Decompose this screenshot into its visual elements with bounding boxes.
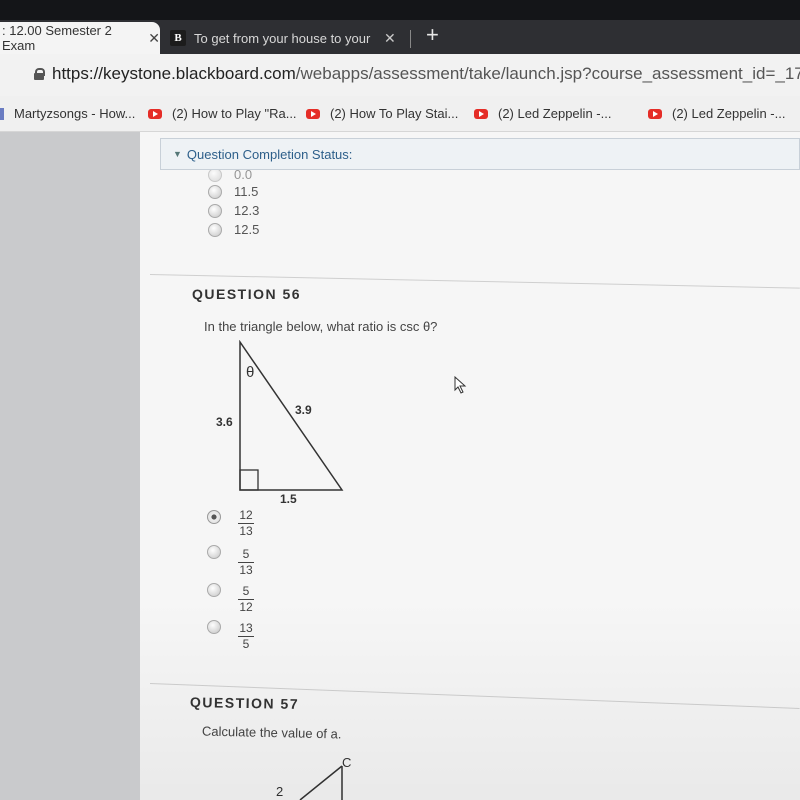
prev-option-3[interactable]: 12.3	[208, 203, 259, 218]
numerator: 13	[239, 621, 253, 635]
answer-radio-2[interactable]	[207, 545, 221, 559]
side-vertical-label: 3.6	[216, 415, 233, 429]
answer-radio-1[interactable]	[207, 510, 221, 524]
bookmark-label: (2) Led Zeppelin -...	[498, 106, 612, 121]
option-label: 12.5	[234, 222, 260, 237]
youtube-icon	[474, 108, 488, 119]
bookmark-martyzsongs[interactable]: Martyzsongs - How...	[0, 106, 135, 121]
denominator: 12	[239, 600, 253, 614]
bookmark-led-zeppelin-1[interactable]: (2) Led Zeppelin -...	[474, 106, 611, 121]
blackboard-icon: B	[170, 30, 186, 46]
bookmark-label: (2) Led Zeppelin -...	[672, 106, 786, 121]
tab-label: To get from your house to your g	[194, 30, 374, 46]
tab-label: : 12.00 Semester 2 Exam	[2, 23, 112, 53]
tab-exam[interactable]: : 12.00 Semester 2 Exam ✕	[0, 22, 160, 54]
youtube-icon	[648, 108, 662, 119]
bookmark-label: (2) How to Play "Ra...	[172, 106, 297, 121]
denominator: 13	[239, 563, 253, 577]
url-path: /webapps/assessment/take/launch.jsp?cour…	[295, 64, 800, 83]
option-label: 12.3	[234, 203, 260, 218]
youtube-icon	[306, 108, 320, 119]
answer-option-2[interactable]: 5 13	[234, 548, 258, 577]
angle-theta-label: θ	[246, 364, 255, 381]
numerator: 5	[242, 584, 250, 598]
denominator: 5	[242, 637, 250, 651]
bookmark-how-to-play-stai[interactable]: (2) How To Play Stai...	[306, 106, 458, 121]
question-completion-status-overlay: ▼ Question Completion Status:	[160, 138, 800, 170]
chevron-down-icon: ▼	[173, 149, 182, 159]
triangle	[239, 340, 344, 491]
question-56-text: In the triangle below, what ratio is csc…	[204, 319, 438, 334]
bookmark-how-to-play-ra[interactable]: (2) How to Play "Ra...	[148, 106, 297, 121]
lock-icon	[34, 68, 45, 80]
denominator: 13	[239, 524, 253, 538]
prev-option-4[interactable]: 12.5	[208, 222, 259, 237]
vertex-c-label: C	[342, 755, 352, 770]
side-hypotenuse-label: 3.9	[295, 403, 312, 417]
side-label: 2	[276, 784, 284, 799]
answer-option-4[interactable]: 13 5	[234, 622, 258, 651]
numerator: 12	[239, 508, 253, 522]
mouse-cursor-icon	[454, 376, 467, 394]
page-left-margin	[0, 132, 140, 800]
question-57-text: Calculate the value of a.	[201, 723, 342, 742]
youtube-icon	[148, 108, 162, 119]
answer-option-1[interactable]: 12 13	[234, 509, 258, 538]
tab-blackboard[interactable]: B To get from your house to your g ✕	[170, 22, 410, 54]
right-angle-mark	[239, 469, 259, 491]
new-tab-button[interactable]: +	[426, 22, 439, 48]
radio-button[interactable]	[208, 222, 222, 237]
folder-icon	[0, 107, 4, 120]
figure-line	[299, 765, 343, 800]
window-frame	[0, 0, 800, 20]
bookmark-label: (2) How To Play Stai...	[330, 106, 459, 121]
status-label: Question Completion Status:	[186, 146, 353, 162]
question-57-title: QUESTION 57	[189, 694, 300, 712]
url-domain: https://keystone.blackboard.com	[52, 64, 296, 83]
tab-divider	[410, 30, 411, 48]
question-56-title: QUESTION 56	[192, 286, 302, 302]
answer-radio-4[interactable]	[207, 620, 221, 634]
answer-option-3[interactable]: 5 12	[234, 585, 258, 614]
side-base-label: 1.5	[280, 492, 297, 506]
numerator: 5	[242, 547, 250, 561]
close-icon[interactable]: ✕	[384, 30, 396, 47]
radio-button[interactable]	[208, 203, 222, 218]
url-field[interactable]: https://keystone.blackboard.com/webapps/…	[34, 64, 800, 84]
bookmark-led-zeppelin-2[interactable]: (2) Led Zeppelin -...	[648, 106, 785, 121]
radio-button[interactable]	[208, 184, 222, 199]
answer-radio-3[interactable]	[207, 583, 221, 597]
bookmark-label: Martyzsongs - How...	[14, 106, 136, 121]
close-icon[interactable]: ✕	[148, 30, 160, 47]
prev-option-2[interactable]: 11.5	[208, 184, 258, 199]
option-label: 11.5	[234, 184, 259, 199]
